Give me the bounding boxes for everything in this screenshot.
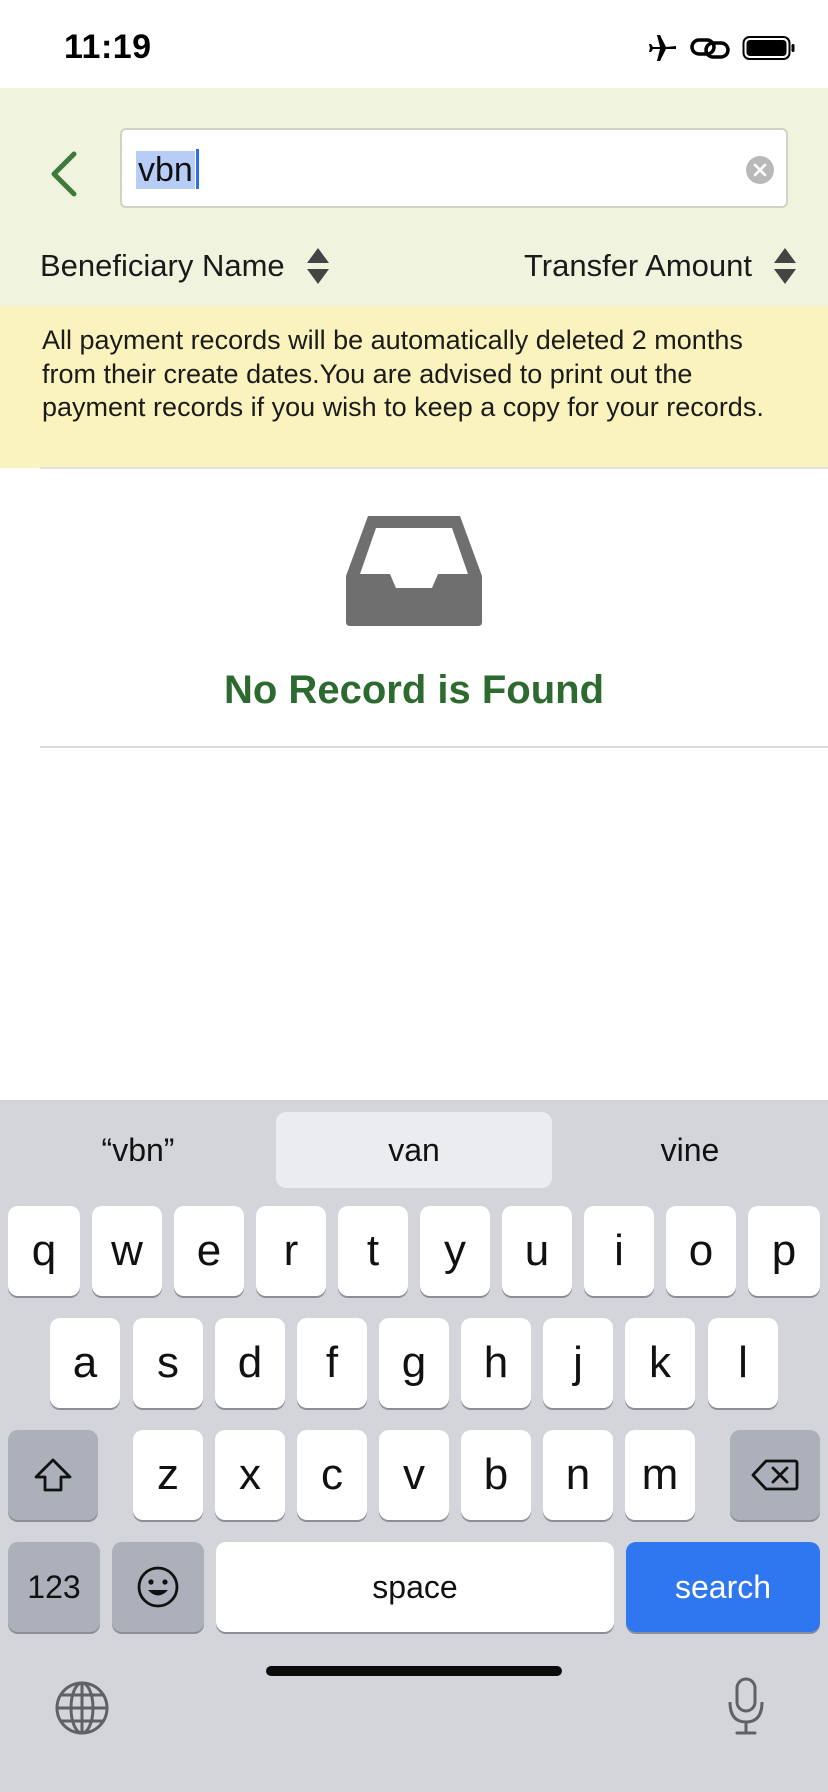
chevron-left-icon bbox=[51, 151, 77, 197]
sort-row: Beneficiary Name Transfer Amount bbox=[0, 238, 828, 294]
inbox-icon bbox=[346, 516, 482, 626]
key-j[interactable]: j bbox=[543, 1318, 613, 1408]
sort-transfer-amount[interactable]: Transfer Amount bbox=[524, 246, 798, 286]
key-i[interactable]: i bbox=[584, 1206, 654, 1296]
deletion-notice: All payment records will be automaticall… bbox=[0, 306, 828, 468]
status-bar: 11:19 bbox=[0, 0, 828, 88]
key-z[interactable]: z bbox=[133, 1430, 203, 1520]
key-h[interactable]: h bbox=[461, 1318, 531, 1408]
shift-icon bbox=[34, 1458, 72, 1492]
key-g[interactable]: g bbox=[379, 1318, 449, 1408]
text-caret bbox=[195, 149, 199, 189]
numbers-key[interactable]: 123 bbox=[8, 1542, 100, 1632]
key-k[interactable]: k bbox=[625, 1318, 695, 1408]
search-input-value: vbn bbox=[136, 151, 195, 189]
sort-beneficiary-label: Beneficiary Name bbox=[40, 248, 285, 283]
key-a[interactable]: a bbox=[50, 1318, 120, 1408]
emoji-icon bbox=[137, 1566, 179, 1608]
key-x[interactable]: x bbox=[215, 1430, 285, 1520]
backspace-icon bbox=[751, 1459, 799, 1491]
search-input[interactable]: vbn bbox=[120, 128, 788, 208]
key-t[interactable]: t bbox=[338, 1206, 408, 1296]
status-time: 11:19 bbox=[64, 28, 152, 66]
sort-beneficiary-name[interactable]: Beneficiary Name bbox=[40, 246, 331, 286]
link-icon bbox=[690, 35, 730, 66]
shift-key[interactable] bbox=[8, 1430, 98, 1520]
on-screen-keyboard: “vbn” van vine q w e r t y u i o p a s d… bbox=[0, 1100, 828, 1792]
key-p[interactable]: p bbox=[748, 1206, 820, 1296]
key-q[interactable]: q bbox=[8, 1206, 80, 1296]
back-button[interactable] bbox=[44, 144, 84, 204]
space-key[interactable]: space bbox=[216, 1542, 614, 1632]
key-y[interactable]: y bbox=[420, 1206, 490, 1296]
key-s[interactable]: s bbox=[133, 1318, 203, 1408]
empty-state-message: No Record is Found bbox=[224, 668, 604, 712]
status-icons bbox=[648, 34, 796, 67]
key-e[interactable]: e bbox=[174, 1206, 244, 1296]
sort-icon bbox=[774, 248, 796, 284]
sort-transfer-label: Transfer Amount bbox=[523, 248, 752, 283]
key-u[interactable]: u bbox=[502, 1206, 572, 1296]
key-r[interactable]: r bbox=[256, 1206, 326, 1296]
emoji-key[interactable] bbox=[112, 1542, 204, 1632]
key-b[interactable]: b bbox=[461, 1430, 531, 1520]
key-v[interactable]: v bbox=[379, 1430, 449, 1520]
globe-icon[interactable] bbox=[54, 1680, 110, 1736]
key-n[interactable]: n bbox=[543, 1430, 613, 1520]
key-f[interactable]: f bbox=[297, 1318, 367, 1408]
key-m[interactable]: m bbox=[625, 1430, 695, 1520]
suggestion-item[interactable]: “vbn” bbox=[0, 1112, 276, 1188]
suggestion-item[interactable]: van bbox=[276, 1112, 552, 1188]
microphone-icon[interactable] bbox=[726, 1676, 766, 1736]
key-c[interactable]: c bbox=[297, 1430, 367, 1520]
key-l[interactable]: l bbox=[708, 1318, 778, 1408]
key-o[interactable]: o bbox=[666, 1206, 736, 1296]
clear-search-button[interactable] bbox=[746, 156, 774, 184]
close-icon bbox=[753, 163, 767, 177]
divider bbox=[40, 467, 828, 469]
battery-icon bbox=[742, 35, 796, 66]
backspace-key[interactable] bbox=[730, 1430, 820, 1520]
suggestion-bar: “vbn” van vine bbox=[0, 1100, 828, 1192]
key-d[interactable]: d bbox=[215, 1318, 285, 1408]
search-key[interactable]: search bbox=[626, 1542, 820, 1632]
key-w[interactable]: w bbox=[92, 1206, 162, 1296]
divider bbox=[40, 746, 828, 748]
airplane-icon bbox=[648, 34, 678, 67]
search-header: vbn Beneficiary Name Transfer Amount bbox=[0, 88, 828, 306]
home-indicator[interactable] bbox=[266, 1666, 562, 1676]
sort-icon bbox=[306, 248, 329, 284]
suggestion-item[interactable]: vine bbox=[552, 1112, 828, 1188]
